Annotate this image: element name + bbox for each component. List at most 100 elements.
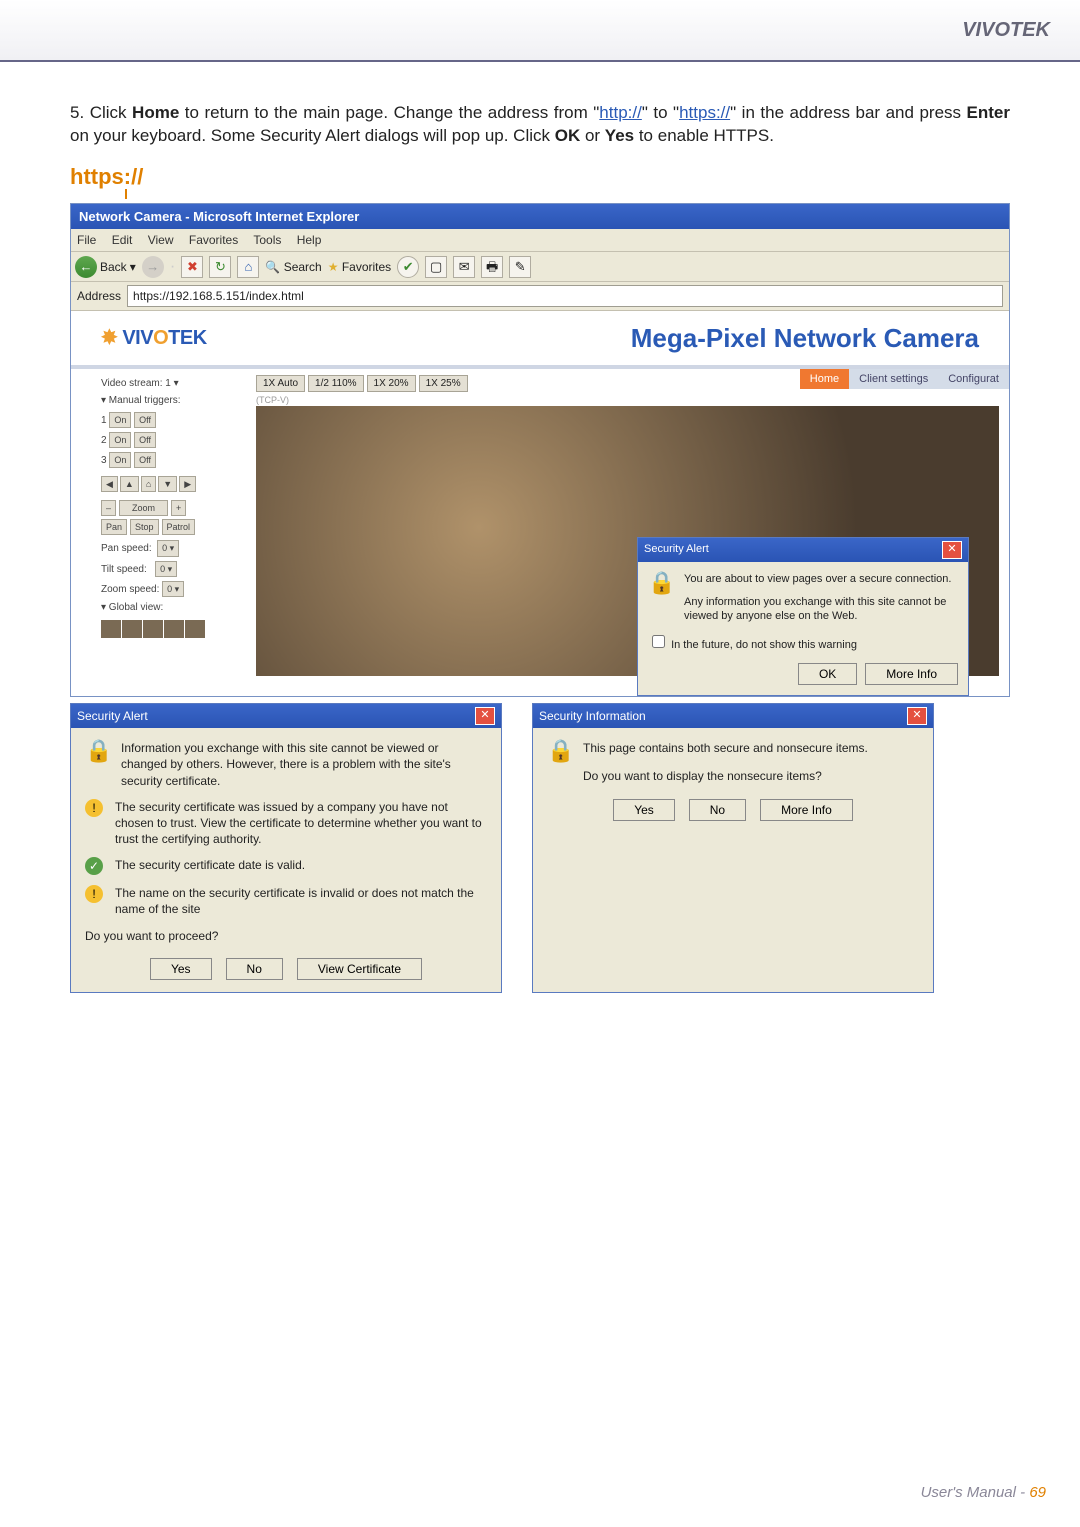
history-icon[interactable]: ✔ [397, 256, 419, 278]
t: to return to the main page. Change the a… [179, 103, 599, 122]
pan-speed-label: Pan speed: [101, 543, 152, 554]
home-icon[interactable]: ⌂ [237, 256, 259, 278]
thumb[interactable] [185, 620, 205, 638]
no-button[interactable]: No [689, 799, 746, 821]
mail-icon[interactable]: ✉ [453, 256, 475, 278]
back-button[interactable]: ←Back ▾ [75, 256, 136, 278]
brand-label: VIVOTEK [962, 19, 1050, 42]
t: VIV [122, 327, 153, 349]
stop-icon[interactable]: ✖ [181, 256, 203, 278]
zoom-out-button[interactable]: – [101, 500, 116, 516]
close-icon[interactable]: ✕ [942, 541, 962, 559]
nav-configuration[interactable]: Configurat [938, 369, 1009, 390]
stop-button[interactable]: Stop [130, 519, 159, 535]
video-tab[interactable]: 1X Auto [256, 375, 305, 393]
alert-msg: Any information you exchange with this s… [684, 595, 958, 625]
manual-triggers-label: ▾ Manual triggers: [101, 394, 246, 408]
browser-tool-bar: ←Back ▾ → · ✖ ↻ ⌂ 🔍 Search ★ Favorites ✔… [71, 251, 1009, 282]
alert-msg: You are about to view pages over a secur… [684, 572, 958, 587]
yes-button[interactable]: Yes [613, 799, 675, 821]
video-tab[interactable]: 1X 20% [367, 375, 416, 393]
menu-tools[interactable]: Tools [253, 233, 281, 247]
page-header: VIVOTEK [0, 0, 1080, 62]
footer-label: User's Manual - [921, 1484, 1030, 1501]
t: O [153, 327, 168, 349]
http-link[interactable]: http:// [599, 103, 642, 122]
print-icon[interactable]: 🖶 [481, 256, 503, 278]
video-stream-select[interactable]: Video stream: 1 ▾ [101, 377, 246, 391]
trigger-2-on[interactable]: On [109, 432, 131, 448]
home-keyword: Home [132, 103, 179, 122]
video-tab[interactable]: 1/2 110% [308, 375, 364, 393]
t: TEK [168, 327, 207, 349]
security-information-dialog: Security Information✕ 🔒This page contain… [532, 703, 934, 993]
zoom-in-button[interactable]: + [171, 500, 186, 516]
alert-msg: Information you exchange with this site … [121, 740, 487, 789]
yes-button[interactable]: Yes [150, 958, 212, 980]
media-icon[interactable]: ▢ [425, 256, 447, 278]
trigger-1-on[interactable]: On [109, 412, 131, 428]
video-tab[interactable]: 1X 25% [419, 375, 468, 393]
trigger-2-off[interactable]: Off [134, 432, 156, 448]
camera-title: Mega-Pixel Network Camera [631, 321, 979, 356]
more-info-button[interactable]: More Info [760, 799, 853, 821]
search-icon: 🔍 [265, 260, 280, 274]
warning-icon: ! [85, 799, 103, 817]
pan-button[interactable]: Pan [101, 519, 127, 535]
t: Click [90, 103, 132, 122]
view-certificate-button[interactable]: View Certificate [297, 958, 422, 980]
zoom-speed-label: Zoom speed: [101, 584, 159, 595]
camera-web-page: ✸ VIVOTEK Mega-Pixel Network Camera Vide… [71, 311, 1009, 696]
ptz-home-icon[interactable]: ⌂ [141, 476, 156, 492]
pan-speed-select[interactable]: 0 ▾ [157, 540, 179, 556]
star-icon: ★ [328, 260, 339, 274]
no-button[interactable]: No [226, 958, 283, 980]
camera-nav: Home Client settings Configurat [800, 369, 1009, 390]
menu-edit[interactable]: Edit [112, 233, 133, 247]
zoom-speed-select[interactable]: 0 ▾ [162, 581, 184, 597]
alert-msg: This page contains both secure and nonse… [583, 740, 868, 756]
t: to enable HTTPS. [634, 126, 774, 145]
thumb[interactable] [164, 620, 184, 638]
trigger-3: 3 [101, 455, 107, 466]
logo-y-icon: ✸ [101, 327, 117, 349]
camera-body: Video stream: 1 ▾ ▾ Manual triggers: 1 O… [71, 369, 1009, 687]
nav-home[interactable]: Home [800, 369, 849, 390]
thumb[interactable] [101, 620, 121, 638]
yes-keyword: Yes [605, 126, 634, 145]
ptz-up-icon[interactable]: ▲ [120, 476, 139, 492]
edit-icon[interactable]: ✎ [509, 256, 531, 278]
forward-button[interactable]: → [142, 256, 164, 278]
hide-warning-checkbox[interactable]: In the future, do not show this warning [648, 632, 958, 653]
ptz-right-icon[interactable]: ▶ [179, 476, 196, 492]
close-icon[interactable]: ✕ [907, 707, 927, 725]
trigger-3-on[interactable]: On [109, 452, 131, 468]
ptz-down-icon[interactable]: ▼ [158, 476, 177, 492]
tilt-speed-select[interactable]: 0 ▾ [155, 561, 177, 577]
nav-client-settings[interactable]: Client settings [849, 369, 938, 390]
https-link[interactable]: https:// [679, 103, 730, 122]
menu-file[interactable]: File [77, 233, 96, 247]
patrol-button[interactable]: Patrol [162, 519, 196, 535]
lock-icon: 🔒 [547, 740, 573, 766]
lock-icon: 🔒 [648, 572, 674, 598]
trigger-3-off[interactable]: Off [134, 452, 156, 468]
address-input[interactable]: https://192.168.5.151/index.html [127, 285, 1003, 307]
ptz-left-icon[interactable]: ◀ [101, 476, 118, 492]
favorites-label[interactable]: Favorites [342, 260, 391, 274]
menu-help[interactable]: Help [297, 233, 322, 247]
trigger-1-off[interactable]: Off [134, 412, 156, 428]
thumb[interactable] [122, 620, 142, 638]
refresh-icon[interactable]: ↻ [209, 256, 231, 278]
https-callout: https:// [70, 162, 1010, 192]
global-view-label: ▾ Global view: [101, 601, 246, 615]
close-icon[interactable]: ✕ [475, 707, 495, 725]
thumb[interactable] [143, 620, 163, 638]
page-content: 5. Click Home to return to the main page… [0, 62, 1080, 993]
alert-title: Security Alert [77, 708, 148, 724]
more-info-button[interactable]: More Info [865, 663, 958, 685]
search-label[interactable]: Search [284, 260, 322, 274]
menu-view[interactable]: View [148, 233, 174, 247]
ok-button[interactable]: OK [798, 663, 857, 685]
menu-favorites[interactable]: Favorites [189, 233, 238, 247]
